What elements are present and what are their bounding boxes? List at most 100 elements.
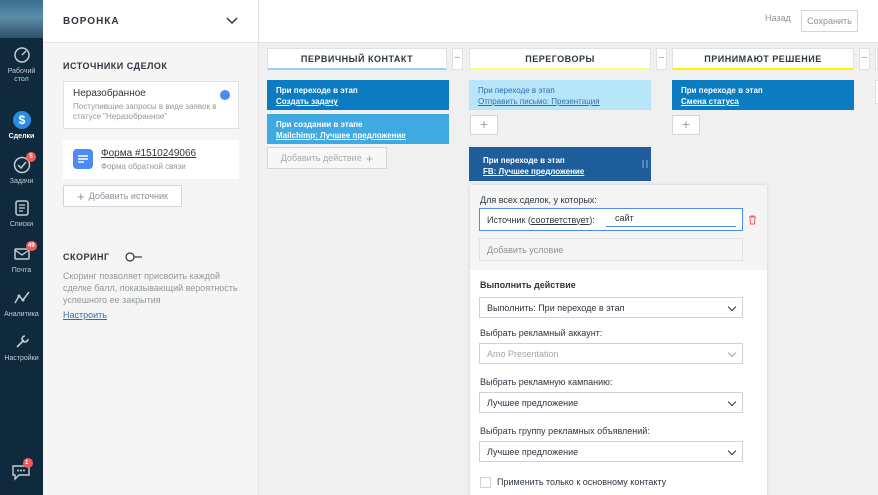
add-source-button[interactable]: + Добавить источник [63,185,182,207]
source-unsorted-card[interactable]: Неразобранное Поступившие запросы в виде… [63,81,239,129]
scoring-toggle[interactable] [125,252,143,262]
conditions-section: Для всех сделок, у которых: Источник (со… [470,185,767,270]
add-source-label: Добавить источник [88,191,168,201]
nav-item-mail[interactable]: 49 Почта [0,241,43,275]
trigger-action-link[interactable]: Создать задачу [276,96,440,107]
analytics-icon [13,291,30,304]
source-unsorted-name: Неразобранное [73,88,146,99]
perform-action-title: Выполнить действие [480,280,576,290]
nav-label-mail: Почта [11,267,32,274]
trigger-action-link[interactable]: Mailchimp: Лучшее предложение [276,130,440,141]
form-icon [73,149,93,169]
adgroup-select[interactable]: Лучшее предложение [479,441,743,462]
trigger-card[interactable]: При переходе в этап Смена статуса [672,80,854,110]
source-form-desc: Форма обратной связи [101,162,186,171]
scoring-settings-link[interactable]: Настроить [63,310,107,320]
nav-item-deals[interactable]: $ Сделки [0,110,43,141]
trigger-action-link[interactable]: Смена статуса [681,96,845,107]
adgroup-label: Выбрать группу рекламных объявлений: [480,426,650,436]
funnel-title: ВОРОНКА [63,15,120,27]
ad-account-label: Выбрать рекламный аккаунт: [480,328,603,338]
chevron-down-icon [727,302,737,312]
nav-item-dashboard[interactable]: Рабочий стол [0,45,43,84]
funnel-settings-panel: ВОРОНКА ИСТОЧНИКИ СДЕЛОК Неразобранное П… [43,0,259,495]
trigger-type: При переходе в этап [478,86,555,95]
scoring-title: СКОРИНГ [63,252,110,262]
ad-account-select[interactable]: Amo Presentation [479,343,743,364]
mail-badge: 49 [26,241,37,251]
collapse-button[interactable]: – [656,48,667,70]
save-button[interactable]: Сохранить [801,10,858,32]
condition-prefix: Источник ( [487,214,531,225]
trash-icon[interactable] [748,215,757,225]
nav-label-lists: Списки [9,221,34,228]
source-unsorted-desc: Поступившие запросы в виде заявок в стат… [73,102,217,121]
condition-value-input[interactable]: сайт [606,212,736,227]
campaign-label: Выбрать рекламную кампанию: [480,377,613,387]
nav-label-analytics: Аналитика [4,311,39,318]
column-color-bar [673,68,853,70]
trigger-card[interactable]: При создании в этапе Mailchimp: Лучшее п… [267,114,449,144]
condition-row[interactable]: Источник (соответствует): сайт [479,208,743,231]
nav-label-deals: Сделки [8,133,35,140]
chevron-down-icon[interactable] [226,17,238,25]
column-color-bar [470,68,650,70]
add-trigger-button[interactable]: + [672,115,700,135]
add-action-button[interactable]: Добавить действие + [267,147,387,169]
collapse-button[interactable]: – [859,48,870,70]
nav-label-settings: Настройки [4,355,39,362]
trigger-edit-panel: Для всех сделок, у которых: Источник (со… [470,185,767,495]
adgroup-value: Лучшее предложение [487,446,579,457]
collapse-button[interactable]: – [452,48,463,70]
chevron-down-icon [727,348,737,358]
column-title: ПЕРЕГОВОРЫ [525,54,595,64]
campaign-select[interactable]: Лучшее предложение [479,392,743,413]
status-dot [220,90,230,100]
trigger-type: При создании в этапе [276,120,363,129]
page-header: Назад Сохранить [259,0,878,43]
lists-icon [14,200,29,216]
nav-item-lists[interactable]: Списки [0,198,43,229]
perform-action-select[interactable]: Выполнить: При переходе в этап [479,297,743,318]
main-contact-checkbox[interactable] [480,477,491,488]
chevron-down-icon [727,446,737,456]
trigger-card[interactable]: При переходе в этап Отправить письмо: Пр… [469,80,651,110]
chat-button[interactable]: 1 [11,458,33,481]
column-header-decision[interactable]: ПРИНИМАЮТ РЕШЕНИЕ [672,48,854,70]
nav-item-tasks[interactable]: 5 Задачи [0,152,43,186]
ad-account-value: Amo Presentation [487,348,559,359]
nav-label-tasks: Задачи [9,178,34,185]
main-contact-label: Применить только к основному контакту [497,477,667,487]
column-header-negotiations[interactable]: ПЕРЕГОВОРЫ [469,48,651,70]
scoring-desc: Скоринг позволяет присвоить каждой сделк… [63,271,238,305]
column-header-primary-contact[interactable]: ПЕРВИЧНЫЙ КОНТАКТ [267,48,447,70]
settings-icon [15,335,29,348]
tasks-badge: 5 [26,152,36,162]
condition-operator-link[interactable]: соответствует [531,215,589,225]
back-button[interactable]: Назад [765,13,791,23]
trigger-action-link[interactable]: FB: Лучшее предложение [483,166,637,177]
for-all-label: Для всех сделок, у которых: [480,195,597,205]
trigger-type: При переходе в этап [681,86,763,95]
dashboard-icon [13,47,30,63]
sources-title: ИСТОЧНИКИ СДЕЛОК [63,61,168,71]
add-condition-button[interactable]: Добавить условие [479,238,743,261]
perform-action-value: Выполнить: При переходе в этап [487,302,625,313]
plus-icon: + [77,188,85,204]
trigger-action-link[interactable]: Отправить письмо: Презентация [478,96,642,107]
trigger-type: При переходе в этап [276,86,358,95]
trigger-type: При переходе в этап [483,156,565,165]
funnel-header: ВОРОНКА [43,0,258,43]
chat-badge: 1 [23,458,33,468]
deals-icon: $ [12,111,31,129]
nav-item-settings[interactable]: Настройки [0,332,43,363]
add-action-label: Добавить действие [280,153,362,163]
source-form-name[interactable]: Форма #1510249066 [101,148,239,159]
column-color-bar [268,68,446,70]
drag-handle-icon[interactable] [642,159,648,169]
trigger-card-selected[interactable]: При переходе в этап FB: Лучшее предложен… [469,147,651,181]
source-form-card[interactable]: Форма #1510249066 Форма обратной связи [63,140,239,179]
nav-item-analytics[interactable]: Аналитика [0,288,43,319]
trigger-card[interactable]: При переходе в этап Создать задачу [267,80,449,110]
add-trigger-button[interactable]: + [470,115,498,135]
